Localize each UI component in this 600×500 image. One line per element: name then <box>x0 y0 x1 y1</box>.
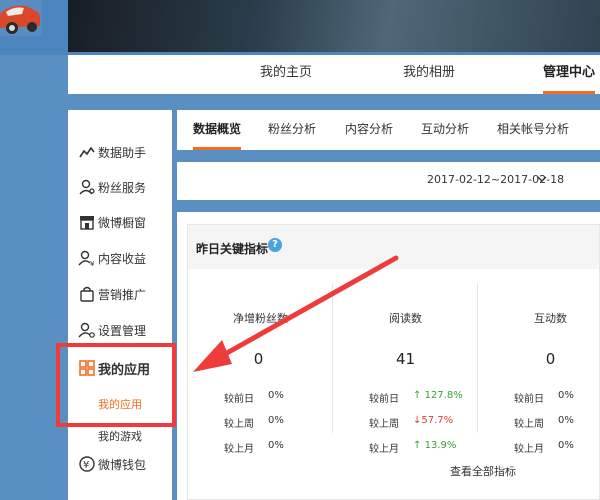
sidebar-item-fans-service[interactable]: 粉丝服务 <box>68 175 172 199</box>
cover-image <box>68 0 600 52</box>
tab-related-accounts[interactable]: 相关帐号分析 <box>497 110 569 150</box>
sidebar-item-label: 设置管理 <box>98 323 147 338</box>
tab-content-analysis[interactable]: 内容分析 <box>345 110 393 150</box>
sidebar-item-label: 数据助手 <box>98 145 147 160</box>
compare-label: 较前日 <box>369 394 399 405</box>
metric-value: 41 <box>395 350 416 368</box>
fans-icon <box>79 179 95 195</box>
top-nav: 我的主页 我的相册 管理中心 <box>68 55 600 94</box>
compare-label: 较上月 <box>369 444 399 455</box>
chevron-down-icon[interactable] <box>537 174 547 184</box>
card-header: 昨日关键指标 ? <box>188 225 599 269</box>
svg-text:¥: ¥ <box>90 260 95 267</box>
compare-value: 0% <box>558 415 574 426</box>
metric-net-fans: 净增粉丝数 0 较前日 0% 较上周 0% 较上月 0% <box>188 269 333 455</box>
tab-management-center[interactable]: 管理中心 <box>543 55 596 94</box>
card-title: 昨日关键指标 <box>196 242 269 256</box>
sidebar-item-settings[interactable]: 设置管理 <box>68 318 172 342</box>
sidebar-item-label: 微博钱包 <box>98 457 147 472</box>
tab-fans-analysis[interactable]: 粉丝分析 <box>268 110 316 150</box>
compare-value: 57.7% <box>421 415 454 426</box>
chart-line-icon <box>79 146 95 158</box>
compare-value-up: ↑ 13.9% <box>413 440 456 451</box>
content-tabs: 数据概览 粉丝分析 内容分析 互动分析 相关帐号分析 <box>177 110 600 150</box>
compare-value: 0% <box>268 440 284 451</box>
sidebar-item-data-assistant[interactable]: 数据助手 <box>68 140 172 164</box>
sidebar-item-label: 微博橱窗 <box>98 215 147 230</box>
metric-value: 0 <box>253 350 264 368</box>
sidebar-item-marketing[interactable]: 营销推广 <box>68 282 172 306</box>
metric-name: 阅读数 <box>389 312 422 325</box>
compare-label: 较上周 <box>514 419 544 430</box>
metric-name: 互动数 <box>534 312 567 325</box>
tab-my-album[interactable]: 我的相册 <box>403 55 455 94</box>
help-icon[interactable]: ? <box>268 238 282 252</box>
bag-icon <box>80 286 94 302</box>
metric-value: 0 <box>545 350 556 368</box>
compare-label: 较上周 <box>369 419 399 430</box>
arrow-up-icon: ↑ <box>413 440 422 451</box>
avatar[interactable] <box>0 0 42 36</box>
sidebar-subitem-my-games[interactable]: 我的游戏 <box>98 428 142 444</box>
tab-data-overview[interactable]: 数据概览 <box>193 110 242 150</box>
date-range-bar: 2017-02-12~2017-02-18 <box>177 162 600 200</box>
compare-value: 13.9% <box>424 440 457 451</box>
sidebar-item-label: 营销推广 <box>98 287 147 302</box>
compare-value-up: ↑ 127.8% <box>413 390 463 401</box>
sidebar-item-content-revenue[interactable]: ¥ 内容收益 <box>68 246 172 270</box>
metric-reads: 阅读数 41 较前日 ↑ 127.8% 较上周 ↓57.7% 较上月 ↑ 13.… <box>333 269 478 455</box>
revenue-icon: ¥ <box>78 250 95 267</box>
metric-interactions: 互动数 0 较前日 0% 较上周 0% 较上月 0% <box>478 269 600 455</box>
compare-value-down: ↓57.7% <box>413 415 453 426</box>
svg-text:¥: ¥ <box>83 460 89 471</box>
compare-value: 127.8% <box>424 390 463 401</box>
highlight-box <box>56 343 176 427</box>
sidebar-item-label: 粉丝服务 <box>98 180 147 195</box>
user-settings-icon <box>78 322 95 338</box>
compare-label: 较上周 <box>224 419 254 430</box>
sidebar-item-wallet[interactable]: ¥ 微博钱包 <box>68 452 172 476</box>
sidebar-item-weibo-showcase[interactable]: 微博橱窗 <box>68 210 172 234</box>
compare-label: 较前日 <box>514 394 544 405</box>
sidebar-item-label: 内容收益 <box>98 251 147 266</box>
shop-icon <box>80 216 94 230</box>
arrow-up-icon: ↑ <box>413 390 422 401</box>
tab-interaction-analysis[interactable]: 互动分析 <box>421 110 469 150</box>
metric-name: 净增粉丝数 <box>233 312 288 325</box>
watermark: Bai 经验 <box>498 452 573 473</box>
compare-value: 0% <box>268 415 284 426</box>
sidebar: 数据助手 粉丝服务 微博橱窗 ¥ 内容收益 营销推广 设置管理 我的应用 我的应… <box>68 110 172 500</box>
compare-label: 较上月 <box>224 444 254 455</box>
compare-label: 较前日 <box>224 394 254 405</box>
compare-value: 0% <box>558 390 574 401</box>
tab-my-homepage[interactable]: 我的主页 <box>260 55 312 94</box>
compare-value: 0% <box>268 390 284 401</box>
wallet-icon: ¥ <box>79 456 95 472</box>
